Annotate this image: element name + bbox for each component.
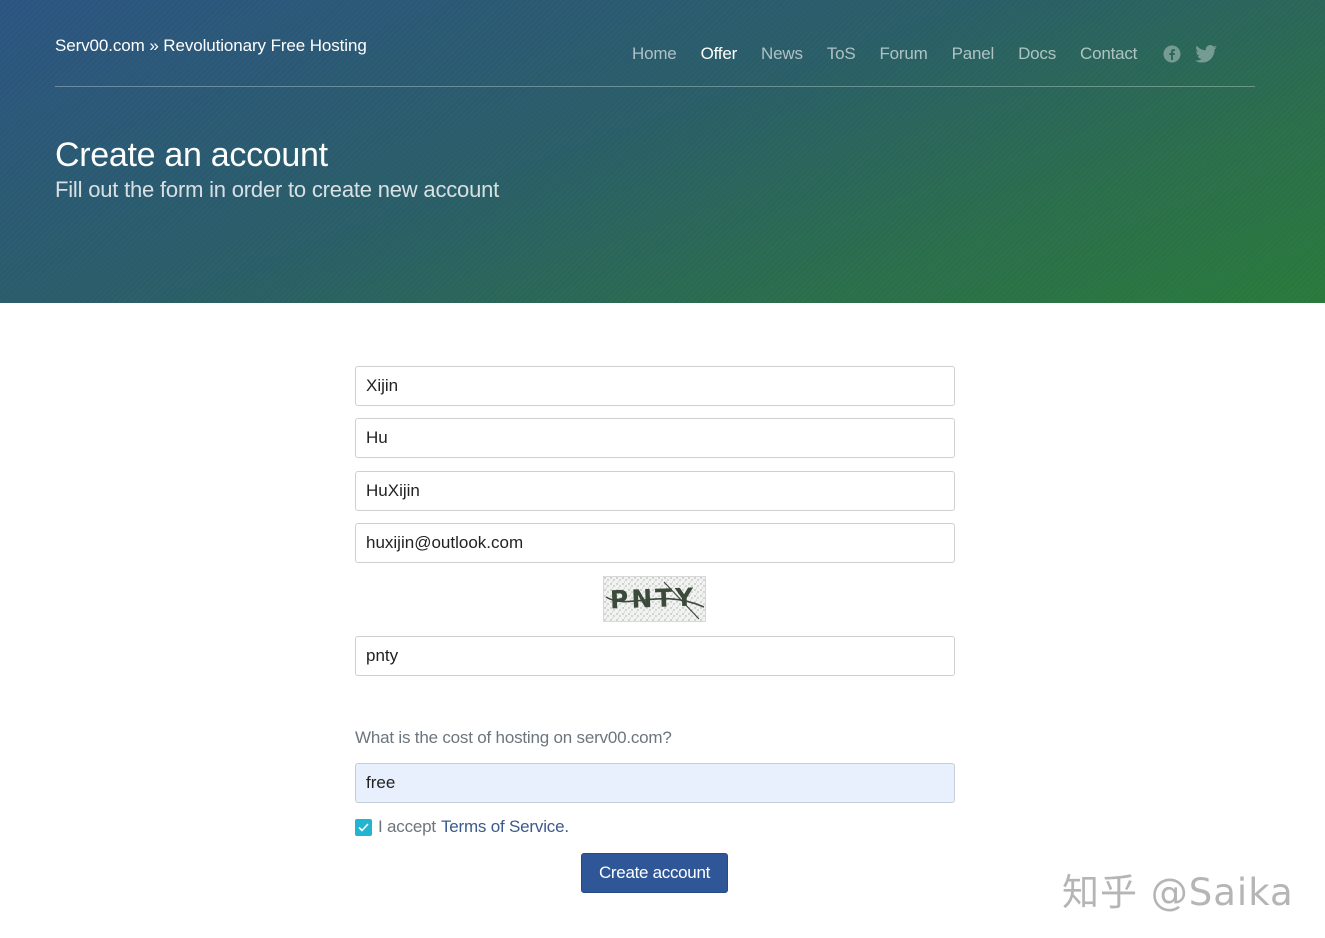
captcha-input[interactable] <box>355 636 955 676</box>
page-subtitle: Fill out the form in order to create new… <box>55 177 500 202</box>
nav-news[interactable]: News <box>761 44 803 64</box>
nav-tos[interactable]: ToS <box>827 44 856 64</box>
nav-offer[interactable]: Offer <box>701 44 738 64</box>
tos-link[interactable]: Terms of Service. <box>441 817 569 837</box>
page-title: Create an account <box>55 136 328 174</box>
watermark: 知乎 @Saika <box>1062 871 1294 914</box>
nav-contact[interactable]: Contact <box>1080 44 1137 64</box>
twitter-icon[interactable] <box>1195 45 1218 63</box>
email-input[interactable] <box>355 523 955 563</box>
nav-home[interactable]: Home <box>632 44 677 64</box>
first-name-input[interactable] <box>355 366 955 406</box>
hero-header: Serv00.com » Revolutionary Free Hosting … <box>0 0 1325 303</box>
header-divider <box>55 86 1255 87</box>
create-account-button[interactable]: Create account <box>581 853 728 893</box>
facebook-icon[interactable] <box>1163 45 1181 63</box>
username-input[interactable] <box>355 471 955 511</box>
site-brand[interactable]: Serv00.com » Revolutionary Free Hosting <box>55 36 367 56</box>
checkmark-icon <box>358 822 369 832</box>
security-question-label: What is the cost of hosting on serv00.co… <box>355 728 672 747</box>
captcha-image: PNTY <box>603 576 706 622</box>
nav-forum[interactable]: Forum <box>879 44 927 64</box>
last-name-input[interactable] <box>355 418 955 458</box>
main-nav: Home Offer News ToS Forum Panel Docs Con… <box>620 44 1218 64</box>
nav-panel[interactable]: Panel <box>952 44 995 64</box>
security-answer-input[interactable] <box>355 763 955 803</box>
tos-checkbox[interactable] <box>355 818 372 836</box>
accept-label: I accept <box>378 817 436 836</box>
nav-docs[interactable]: Docs <box>1018 44 1056 64</box>
tos-row: I accept Terms of Service. <box>355 817 569 837</box>
